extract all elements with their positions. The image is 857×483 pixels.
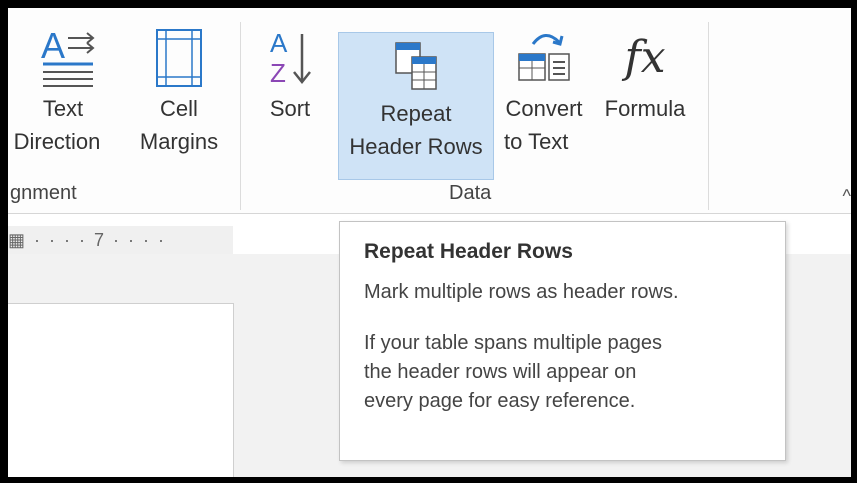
window-frame: A Text Direction Cell Margins A Z Sort R… (0, 0, 857, 483)
document-page[interactable] (8, 303, 234, 477)
ribbon-group-separator (240, 22, 241, 210)
svg-text:A: A (270, 28, 288, 58)
tooltip: Repeat Header Rows Mark multiple rows as… (339, 221, 786, 461)
ribbon-group-separator (708, 22, 709, 210)
ribbon: A Text Direction Cell Margins A Z Sort R… (8, 8, 851, 214)
sort-label: Sort (269, 96, 311, 121)
repeat-header-rows-label-2: Header Rows (349, 134, 483, 159)
repeat-header-rows-label-1: Repeat (380, 101, 452, 126)
cell-margins-label-2: Margins (139, 129, 219, 154)
convert-to-text-label-2: to Text (504, 129, 569, 154)
tooltip-body-line: the header rows will appear on (364, 361, 637, 383)
formula-label: Formula (604, 96, 686, 121)
cell-margins-button[interactable]: Cell Margins (130, 24, 228, 158)
repeat-header-rows-icon (395, 42, 437, 90)
convert-to-text-icon (518, 34, 570, 81)
formula-button[interactable]: fx Formula (596, 24, 694, 125)
tooltip-body-line: If your table spans multiple pages (364, 332, 662, 354)
tooltip-line: Mark multiple rows as header rows. (364, 281, 679, 303)
data-group-label: Data (449, 182, 492, 204)
text-direction-button[interactable]: A Text Direction (8, 24, 118, 158)
alignment-group-label: gnment (10, 182, 77, 204)
svg-text:A: A (41, 25, 65, 66)
collapse-ribbon-icon[interactable]: ^ (843, 186, 851, 207)
cell-margins-icon (156, 29, 202, 87)
sort-icon: A Z (270, 28, 311, 88)
text-direction-label-2: Direction (13, 129, 101, 154)
svg-text:Z: Z (270, 58, 286, 88)
text-direction-icon: A (41, 25, 95, 87)
convert-to-text-label-1: Convert (505, 96, 583, 121)
cell-margins-label-1: Cell (160, 96, 198, 121)
text-direction-label-1: Text (42, 96, 84, 121)
ruler: ▦ · · · · 7 · · · · (8, 226, 233, 254)
repeat-header-rows-button[interactable]: Repeat Header Rows (338, 32, 494, 180)
formula-icon: fx (624, 32, 666, 83)
convert-to-text-button[interactable]: Convert to Text (498, 24, 590, 158)
tooltip-title: Repeat Header Rows (364, 240, 573, 263)
tooltip-body-line: every page for easy reference. (364, 390, 636, 412)
sort-button[interactable]: A Z Sort (254, 24, 326, 125)
